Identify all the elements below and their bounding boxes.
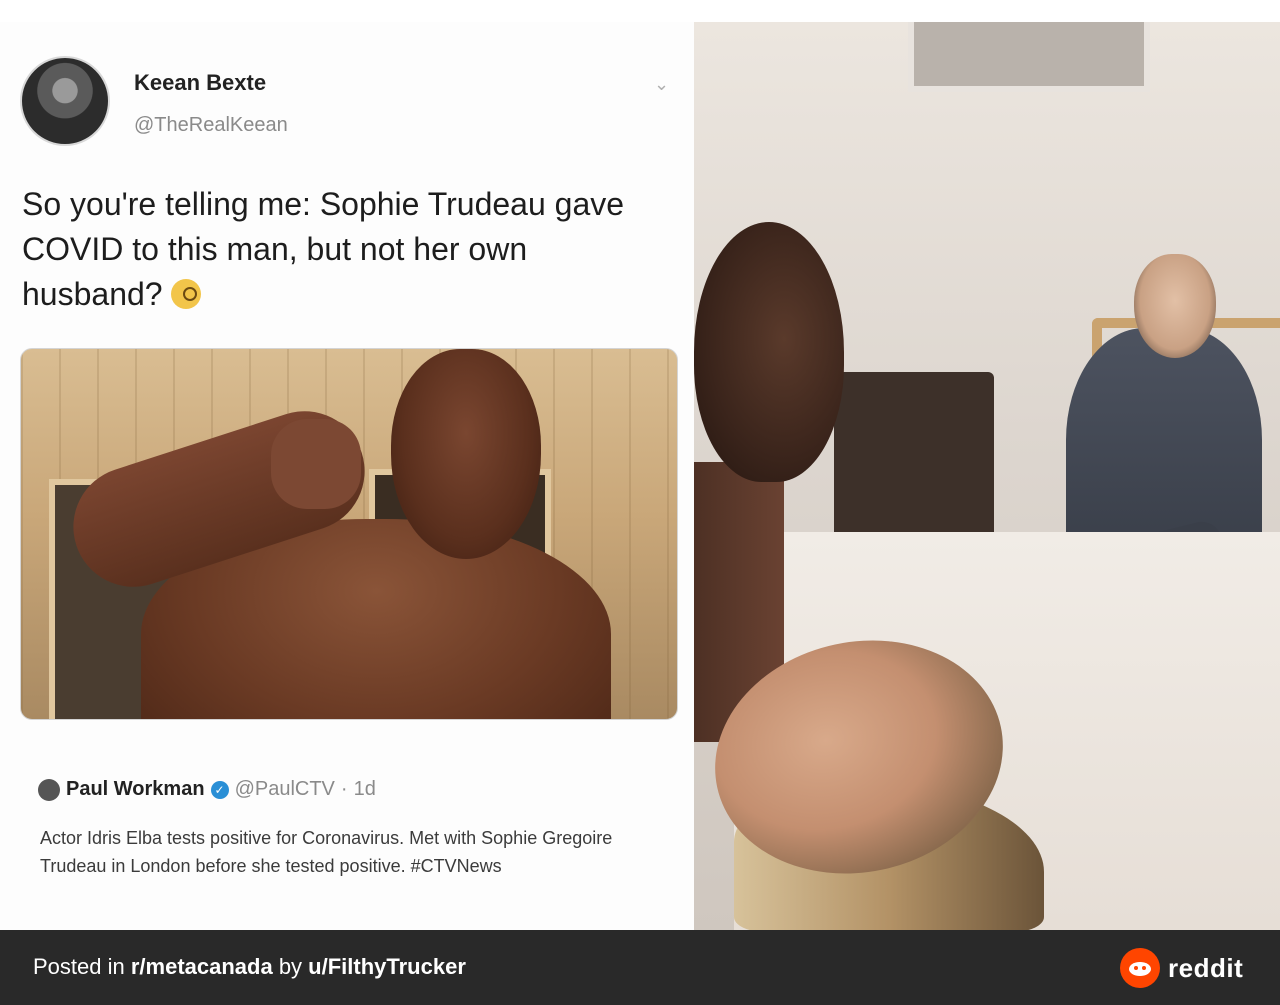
- tweet-text: So you're telling me: Sophie Trudeau gav…: [22, 182, 672, 317]
- bedroom-photo: [694, 22, 1280, 930]
- by-text: by: [272, 954, 309, 979]
- photo-fist: [271, 419, 361, 509]
- top-strip: [0, 0, 1280, 23]
- quoted-tweet-header: Paul Workman ✓ @PaulCTV · 1d: [38, 778, 376, 801]
- chevron-down-icon[interactable]: ⌄: [654, 74, 669, 95]
- photo-head: [391, 349, 541, 559]
- posted-in-prefix: Posted in: [33, 954, 131, 979]
- quoted-tweet[interactable]: Paul Workman ✓ @PaulCTV · 1d Actor Idris…: [22, 754, 674, 944]
- tweet-body: So you're telling me: Sophie Trudeau gav…: [22, 186, 625, 312]
- posted-in-line: Posted in r/metacanada by u/FilthyTrucke…: [33, 954, 466, 980]
- reddit-snoo-icon: [1120, 948, 1160, 988]
- quoted-author-handle: @PaulCTV: [234, 778, 335, 800]
- quoted-author-name: Paul Workman: [66, 778, 205, 800]
- quoted-tweet-text: Actor Idris Elba tests positive for Coro…: [40, 828, 613, 876]
- quoted-age: 1d: [353, 778, 376, 800]
- reddit-footer: Posted in r/metacanada by u/FilthyTrucke…: [0, 930, 1280, 1005]
- quoted-separator: ·: [340, 778, 348, 800]
- man-head: [694, 222, 844, 482]
- monocle-face-icon: [170, 279, 201, 309]
- verified-badge-icon: ✓: [210, 780, 229, 799]
- quoted-avatar: [38, 778, 60, 801]
- tweet-author-handle[interactable]: @TheRealKeean: [134, 114, 288, 137]
- user-link[interactable]: u/FilthyTrucker: [308, 954, 466, 979]
- avatar[interactable]: [20, 56, 110, 146]
- reddit-logo[interactable]: reddit: [1120, 948, 1243, 988]
- tweet-photo[interactable]: [20, 348, 678, 720]
- suited-man-head: [1134, 254, 1216, 358]
- subreddit-link[interactable]: r/metacanada: [131, 954, 273, 979]
- reddit-wordmark: reddit: [1168, 952, 1244, 983]
- wall-frame: [908, 22, 1150, 92]
- tweet-author-name[interactable]: Keean Bexte: [134, 70, 266, 96]
- tweet-card: Keean Bexte @TheRealKeean ⌄ So you're te…: [0, 22, 694, 930]
